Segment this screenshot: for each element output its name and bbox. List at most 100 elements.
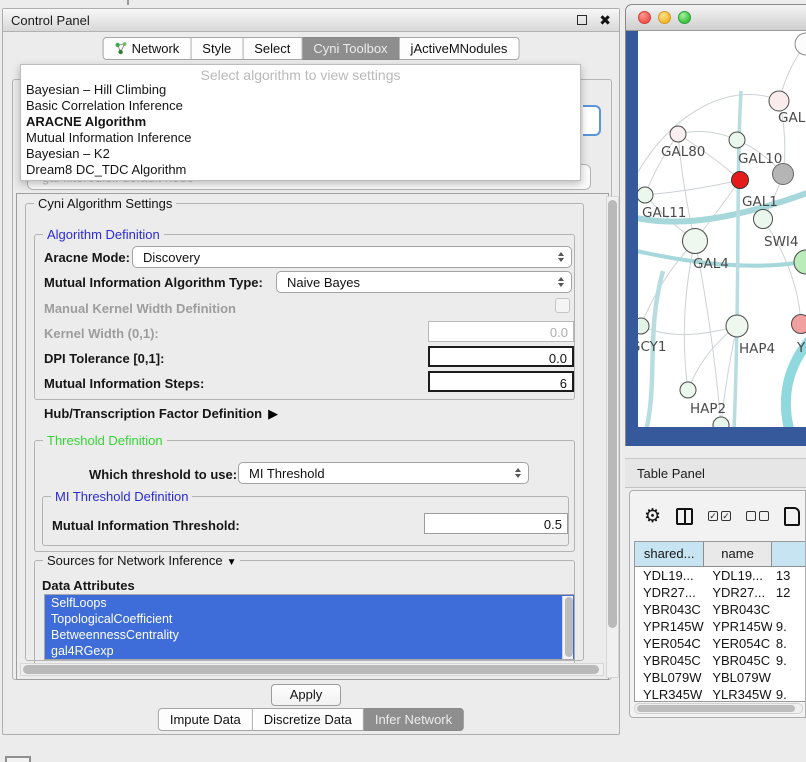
table-row[interactable]: YER054CYER054C8. <box>635 635 806 652</box>
algorithm-option[interactable]: ARACNE Algorithm <box>21 114 580 130</box>
control-panel-title: Control Panel <box>11 13 577 28</box>
network-node[interactable] <box>795 33 806 55</box>
table-cell: YBL079W <box>704 669 772 686</box>
table-cell: YBR045C <box>704 652 772 669</box>
network-node[interactable] <box>729 132 745 148</box>
network-node-label: GAL4 <box>693 256 729 272</box>
select-all-columns-icon[interactable]: ✓ ✓ <box>708 511 731 521</box>
table-cell: YBR045C <box>635 652 704 669</box>
table-cell: 9. <box>772 652 806 669</box>
scrollbar-thumb[interactable] <box>23 665 599 674</box>
manual-kernel-checkbox[interactable] <box>555 298 570 313</box>
scrollbar-thumb[interactable] <box>637 705 795 712</box>
data-attribute-item[interactable]: gal4RGexp <box>45 643 574 659</box>
apply-button[interactable]: Apply <box>271 684 341 706</box>
network-node[interactable] <box>726 315 748 337</box>
unchecked-box-icon <box>746 511 756 521</box>
close-panel-icon[interactable]: ✖ <box>599 15 611 25</box>
algorithm-option[interactable]: Mutual Information Inference <box>21 130 580 146</box>
data-attribute-item[interactable]: TopologicalCoefficient <box>45 611 574 627</box>
zoom-window-icon[interactable] <box>678 11 691 24</box>
network-edge[interactable] <box>645 180 740 195</box>
network-node[interactable] <box>769 91 789 111</box>
table-row[interactable]: YBR043CYBR043C <box>635 601 806 618</box>
tab-network[interactable]: Network <box>103 37 192 60</box>
tab-style-label: Style <box>202 41 231 56</box>
list-vertical-scrollbar[interactable] <box>562 596 573 659</box>
table-panel-body: ⚙ ✓ ✓ shared...name YDL19...YDL19...13YD… <box>629 490 806 718</box>
column-header[interactable]: name <box>704 542 772 566</box>
algorithm-option[interactable]: Dream8 DC_TDC Algorithm <box>21 162 580 178</box>
network-node-label: HAP4 <box>739 341 775 357</box>
network-node-label: GAL80 <box>661 144 705 160</box>
column-header[interactable]: shared... <box>635 542 704 566</box>
tab-jactivemnodules[interactable]: jActiveMNodules <box>400 37 520 60</box>
network-node[interactable] <box>794 250 806 274</box>
algorithm-option[interactable]: Bayesian – K2 <box>21 146 580 162</box>
network-node[interactable] <box>732 172 749 189</box>
aracne-mode-combobox[interactable]: Discovery <box>132 246 572 268</box>
tab-select[interactable]: Select <box>243 37 302 60</box>
network-node[interactable] <box>638 187 653 203</box>
tab-cyni-toolbox[interactable]: Cyni Toolbox <box>302 37 399 60</box>
network-node[interactable] <box>683 229 708 254</box>
network-canvas[interactable]: GALGAL80GAL10GAL1GAL11SWI4GAL4GCY1HAP4YH… <box>638 31 806 427</box>
table-header-row: shared...name <box>635 542 806 567</box>
algorithm-combobox-fragment[interactable] <box>583 105 601 136</box>
table-row[interactable]: YBL079WYBL079W <box>635 669 806 686</box>
algorithm-definition-legend: Algorithm Definition <box>43 227 164 242</box>
which-threshold-combobox[interactable]: MI Threshold <box>238 462 529 484</box>
float-panel-icon[interactable] <box>577 15 587 25</box>
network-node[interactable] <box>773 164 794 185</box>
export-table-icon[interactable] <box>784 507 800 526</box>
network-node[interactable] <box>792 315 806 334</box>
minimize-window-icon[interactable] <box>658 11 671 24</box>
scrollbar-thumb[interactable] <box>608 200 617 628</box>
data-attributes-list[interactable]: SelfLoopsTopologicalCoefficientBetweenne… <box>44 594 575 660</box>
unselect-all-columns-icon[interactable] <box>746 511 769 521</box>
combo-arrows-icon <box>515 468 521 478</box>
network-edge[interactable] <box>688 326 737 390</box>
mi-steps-field[interactable]: 6 <box>428 371 574 392</box>
table-row[interactable]: YDL19...YDL19...13 <box>635 567 806 584</box>
algorithm-option[interactable]: Bayesian – Hill Climbing <box>21 82 580 98</box>
tab-style[interactable]: Style <box>191 37 243 60</box>
tab-infer-network[interactable]: Infer Network <box>364 708 464 731</box>
algorithm-option[interactable]: Basic Correlation Inference <box>21 98 580 114</box>
sources-legend[interactable]: Sources for Network Inference▼ <box>43 553 240 568</box>
table-horizontal-scrollbar[interactable] <box>634 703 803 714</box>
table-row[interactable]: YPR145WYPR145W9. <box>635 618 806 635</box>
tab-discretize-data[interactable]: Discretize Data <box>253 708 364 731</box>
mi-type-label: Mutual Information Algorithm Type: <box>44 275 263 290</box>
network-node[interactable] <box>638 318 649 334</box>
table-cell: YDL19... <box>635 567 704 584</box>
network-node[interactable] <box>680 382 696 398</box>
collapsed-arrow-icon: ▶ <box>268 406 278 422</box>
close-window-icon[interactable] <box>638 11 651 24</box>
columns-icon[interactable] <box>676 508 693 525</box>
settings-horizontal-scrollbar[interactable] <box>20 663 604 676</box>
network-edge[interactable] <box>638 94 779 191</box>
network-node[interactable] <box>713 417 729 427</box>
dpi-tolerance-field[interactable]: 0.0 <box>428 346 574 367</box>
table-row[interactable]: YBR045CYBR045C9. <box>635 652 806 669</box>
settings-vertical-scrollbar[interactable] <box>606 196 619 678</box>
table-row[interactable]: YLR345WYLR345W9. <box>635 686 806 702</box>
scrollbar-thumb[interactable] <box>565 597 573 657</box>
mi-threshold-field[interactable]: 0.5 <box>424 513 568 534</box>
mi-type-combobox[interactable]: Naive Bayes <box>276 271 572 293</box>
network-node[interactable] <box>754 210 773 229</box>
table-cell: YER054C <box>635 635 704 652</box>
table-panel-titlebar: Table Panel <box>625 458 806 488</box>
gear-icon[interactable]: ⚙ <box>644 507 661 526</box>
data-attribute-item[interactable]: BetweennessCentrality <box>45 627 574 643</box>
network-edge[interactable] <box>678 132 737 140</box>
table-row[interactable]: YDR27...YDR27...12 <box>635 584 806 601</box>
kernel-width-field[interactable]: 0.0 <box>428 321 574 342</box>
tab-impute-data[interactable]: Impute Data <box>158 708 253 731</box>
data-attribute-item[interactable]: SelfLoops <box>45 595 574 611</box>
hub-definition-toggle[interactable]: Hub/Transcription Factor Definition▶ <box>44 406 278 422</box>
network-node[interactable] <box>670 126 686 142</box>
bottom-left-icon-fragment[interactable] <box>5 756 31 762</box>
column-header[interactable] <box>772 542 806 566</box>
